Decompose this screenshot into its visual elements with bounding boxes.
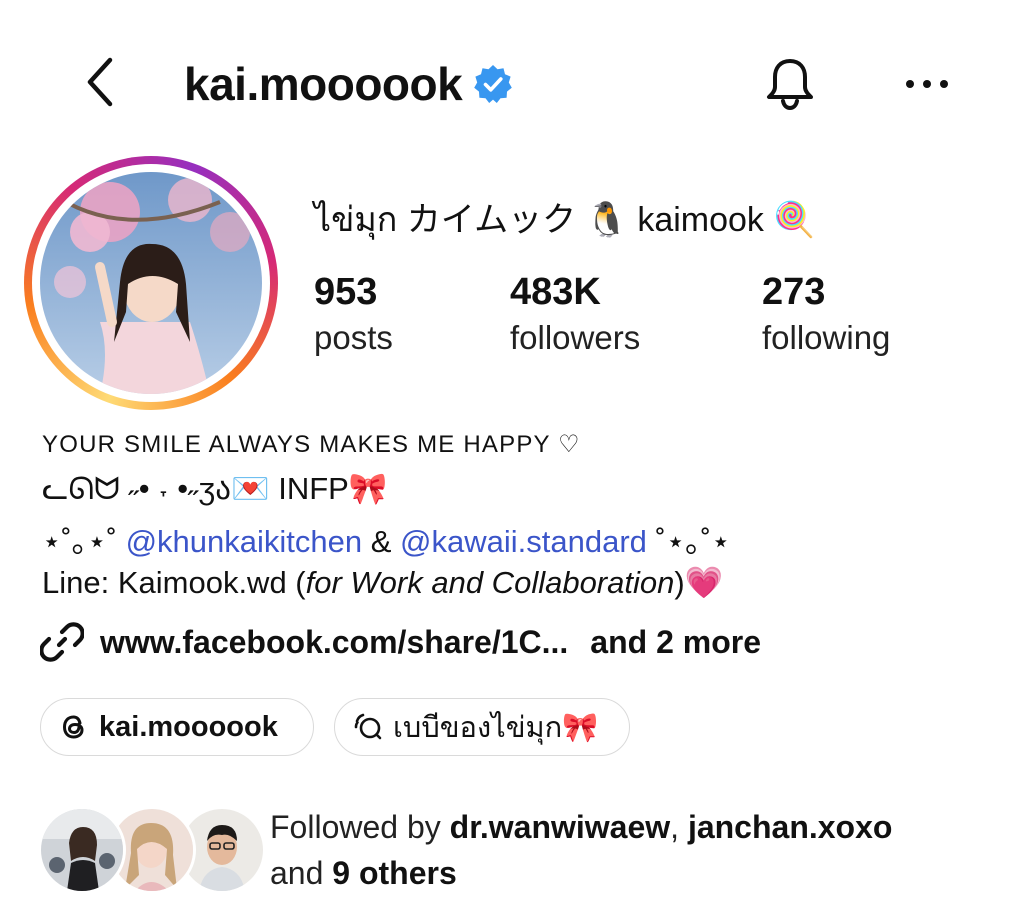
bio-ampersand: &	[362, 524, 401, 559]
bio-line-4: Line: Kaimook.wd (for Work and Collabora…	[42, 564, 723, 601]
threads-profile-chip[interactable]: kai.moooook	[40, 698, 314, 756]
link-icon	[40, 622, 84, 662]
back-button[interactable]	[70, 52, 130, 112]
following-stat[interactable]: 273 following	[762, 268, 890, 360]
bell-icon	[767, 59, 813, 111]
more-horizontal-icon	[906, 80, 948, 88]
following-label: following	[762, 319, 891, 356]
posts-label: posts	[314, 319, 393, 356]
chevron-left-icon	[87, 57, 113, 107]
more-links[interactable]: and 2 more	[590, 624, 761, 661]
followed-by-text[interactable]: Followed by dr.wanwiwaew, janchan.xoxo a…	[270, 804, 892, 896]
bio-line-contact-note: for Work and Collaboration	[305, 565, 675, 600]
followed-by-line-2: and 9 others	[270, 850, 892, 896]
followed-by-and: and	[270, 855, 333, 891]
display-name: ไข่มุก カイムック 🐧 kaimook 🍭	[314, 201, 816, 239]
broadcast-channel-chip[interactable]: เบบีของไข่มุก🎀	[334, 698, 630, 756]
notifications-button[interactable]	[758, 52, 822, 116]
broadcast-channel-icon	[354, 713, 382, 740]
profile-avatar[interactable]	[24, 156, 278, 410]
bio-line-contact: Line: Kaimook.wd (	[42, 565, 306, 600]
username-header: kai.moooook	[184, 54, 514, 114]
avatar-photo	[40, 172, 262, 394]
mutual-others-count: 9 others	[332, 855, 457, 891]
followed-by-separator: ,	[670, 809, 688, 845]
external-links[interactable]: www.facebook.com/share/1C... and 2 more	[40, 620, 761, 664]
bio-line-3: ⋆˚｡⋆˚ @khunkaikitchen & @kawaii.standard…	[42, 516, 730, 561]
verified-badge-icon	[472, 63, 514, 105]
threads-chip-label: kai.moooook	[99, 710, 278, 743]
username: kai.moooook	[184, 58, 463, 110]
mention-khunkaikitchen[interactable]: @khunkaikitchen	[126, 524, 363, 559]
mutual-followers-avatars[interactable]	[38, 806, 266, 894]
mutual-follower-avatar	[38, 806, 126, 894]
followed-by-line-1: Followed by dr.wanwiwaew, janchan.xoxo	[270, 804, 892, 850]
posts-count: 953	[314, 271, 378, 313]
bio-line-2: ᓚᘏᗢ ˶• ˕ •˶ʒა💌 INFP🎀	[42, 471, 388, 506]
followers-label: followers	[510, 319, 641, 356]
mention-kawaii-standard[interactable]: @kawaii.standard	[400, 524, 647, 559]
bio-decoration-right: ˚⋆｡˚⋆	[646, 524, 731, 559]
followers-count: 483K	[510, 271, 601, 313]
followers-stat[interactable]: 483K followers	[510, 268, 640, 360]
link-url[interactable]: www.facebook.com/share/1C...	[100, 624, 568, 661]
following-count: 273	[762, 271, 826, 313]
bio-line-contact-end: )💗	[674, 565, 724, 600]
top-bar: kai.moooook	[0, 40, 1024, 130]
bio-decoration-left: ⋆˚｡⋆˚	[42, 524, 126, 559]
mutual-user-2: janchan.xoxo	[687, 809, 893, 845]
followed-by-prefix: Followed by	[270, 809, 450, 845]
channel-chip-label: เบบีของไข่มุก🎀	[393, 712, 599, 744]
bio-line-1: YOUR SMILE ALWAYS MAKES ME HAPPY ♡	[42, 431, 581, 458]
more-options-button[interactable]	[895, 52, 959, 116]
mutual-user-1: dr.wanwiwaew	[449, 809, 671, 845]
posts-stat[interactable]: 953 posts	[314, 268, 393, 360]
threads-icon	[62, 715, 84, 739]
